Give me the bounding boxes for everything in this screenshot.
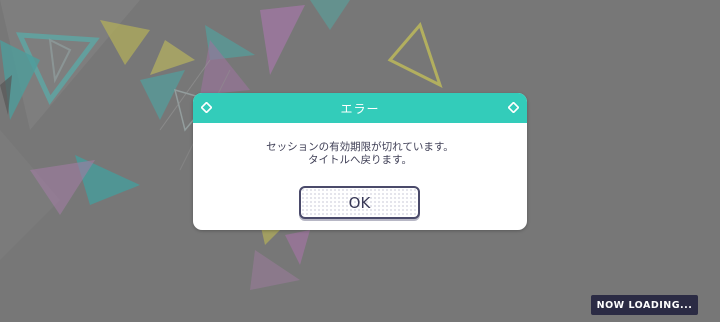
error-dialog: エラー セッションの有効期限が切れています。 タイトルへ戻ります。 OK <box>193 93 527 230</box>
message-line-2: タイトルへ戻ります。 <box>308 154 412 166</box>
diamond-icon <box>508 102 519 113</box>
dialog-title: エラー <box>340 101 380 116</box>
ok-button[interactable]: OK <box>299 186 420 219</box>
message-line-1: セッションの有効期限が切れています。 <box>266 141 454 153</box>
now-loading-badge: NOW LOADING... <box>591 295 698 315</box>
diamond-icon <box>201 102 212 113</box>
loading-text: NOW LOADING... <box>596 299 693 311</box>
ok-button-label: OK <box>348 193 371 212</box>
dialog-message: セッションの有効期限が切れています。 タイトルへ戻ります。 <box>193 141 527 167</box>
dialog-header: エラー <box>193 93 527 123</box>
